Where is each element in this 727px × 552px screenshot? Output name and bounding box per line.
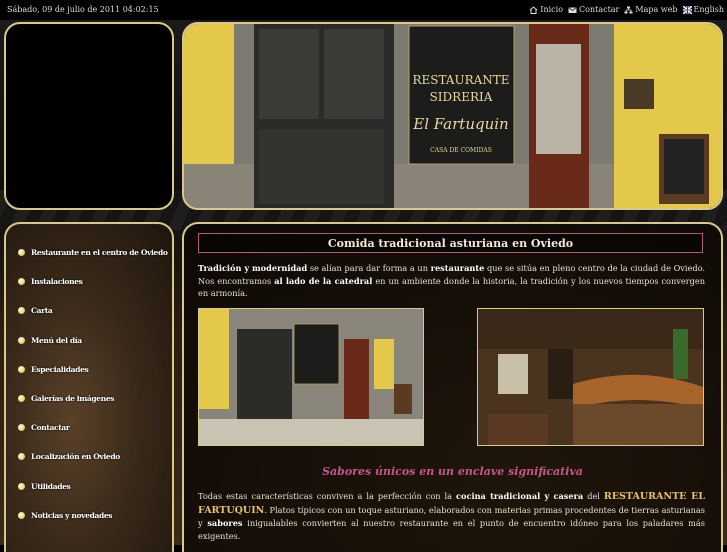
sidebar-item-label: Contactar: [31, 423, 70, 433]
nav-home-link[interactable]: Inicio: [529, 5, 563, 14]
bullet-icon: [18, 307, 25, 315]
bullet-icon: [18, 365, 25, 373]
header-facade-photo: RESTAURANTE SIDRERIA El Fartuquin CASA D…: [182, 22, 723, 210]
sign-line1: RESTAURANTE: [412, 73, 509, 87]
bullet-icon: [18, 424, 25, 432]
sidebar-item-label: Galerías de imágenes: [31, 394, 115, 404]
page-title-box: Comida tradicional asturiana en Oviedo: [198, 233, 703, 253]
sidebar-item-label: Instalaciones: [31, 277, 83, 287]
sign-line4: CASA DE COMIDAS: [430, 147, 492, 154]
sidebar-menu: Restaurante en el centro de Oviedo Insta…: [4, 222, 174, 552]
sidebar-item-restaurante[interactable]: Restaurante en el centro de Oviedo: [18, 238, 168, 267]
nav-english-link[interactable]: English: [682, 5, 725, 14]
nav-contact-link[interactable]: Contactar: [568, 5, 619, 14]
sidebar-item-label: Restaurante en el centro de Oviedo: [31, 248, 168, 258]
sidebar-item-localizacion[interactable]: Localización en Oviedo: [18, 442, 168, 471]
body-paragraph: Todas estas características conviven a l…: [198, 490, 705, 542]
top-bar: Sábado, 09 de julio de 2011 04:02:15 Ini…: [0, 0, 727, 20]
intro-strong-2: restaurante: [430, 263, 485, 273]
sign-line3: El Fartuquin: [412, 115, 508, 133]
bullet-icon: [18, 336, 25, 344]
main-content: Comida tradicional asturiana en Oviedo T…: [182, 222, 723, 552]
flash-banner-area: [4, 22, 174, 210]
nav-english-label: English: [693, 5, 725, 14]
facade-photo[interactable]: [198, 308, 424, 446]
bullet-icon: [18, 482, 25, 490]
bullet-icon: [18, 395, 25, 403]
bullet-icon: [18, 453, 25, 461]
bullet-icon: [18, 249, 25, 257]
sign-line2: SIDRERIA: [430, 90, 493, 104]
sidebar-item-instalaciones[interactable]: Instalaciones: [18, 267, 168, 296]
sidebar-item-label: Localización en Oviedo: [31, 452, 120, 462]
sidebar-item-especialidades[interactable]: Especialidades: [18, 355, 168, 384]
intro-strong-3: al lado de la catedral: [274, 275, 373, 286]
sidebar-item-utilidades[interactable]: Utilidades: [18, 472, 168, 501]
sidebar-item-galerias[interactable]: Galerías de imágenes: [18, 384, 168, 413]
sidebar-item-contactar[interactable]: Contactar: [18, 413, 168, 442]
sidebar-item-noticias[interactable]: Noticias y novedades: [18, 501, 168, 530]
sidebar-item-label: Noticias y novedades: [31, 510, 113, 520]
body-text-1: Todas estas características conviven a l…: [198, 491, 457, 501]
bullet-icon: [18, 511, 25, 519]
mail-icon: [568, 6, 577, 14]
nav-contact-label: Contactar: [579, 5, 620, 14]
page-title: Comida tradicional asturiana en Oviedo: [327, 236, 574, 250]
sidebar-item-label: Utilidades: [31, 481, 71, 491]
body-strong-1: cocina tradicional y casera: [456, 491, 584, 501]
uk-flag-icon: [682, 5, 692, 14]
current-datetime: Sábado, 09 de julio de 2011 04:02:15: [7, 5, 159, 14]
intro-paragraph: Tradición y modernidad se alían para dar…: [198, 262, 705, 300]
body-strong-2: sabores: [207, 518, 243, 528]
sidebar-item-menu-del-dia[interactable]: Menú del día: [18, 326, 168, 355]
bullet-icon: [18, 278, 25, 286]
intro-text-1: se alían para dar forma a un: [307, 263, 431, 273]
section-subtitle: Sabores únicos en un enclave significati…: [322, 465, 583, 478]
sidebar-item-label: Especialidades: [31, 364, 89, 374]
sidebar-item-label: Menú del día: [31, 335, 82, 345]
sidebar-item-carta[interactable]: Carta: [18, 296, 168, 325]
home-icon: [529, 5, 538, 14]
nav-home-label: Inicio: [540, 5, 564, 14]
nav-sitemap-label: Mapa web: [635, 5, 678, 14]
nav-sitemap-link[interactable]: Mapa web: [624, 5, 678, 14]
top-navigation: Inicio Contactar Mapa web English: [529, 5, 724, 14]
sidebar-item-label: Carta: [31, 306, 53, 316]
interior-photo[interactable]: [477, 308, 704, 446]
sitemap-icon: [624, 6, 633, 14]
body-text-2: del: [583, 491, 604, 501]
intro-strong-1: Tradición y modernidad: [198, 263, 308, 273]
body-text-4: inigualables convierten al nuestro resta…: [198, 518, 705, 541]
